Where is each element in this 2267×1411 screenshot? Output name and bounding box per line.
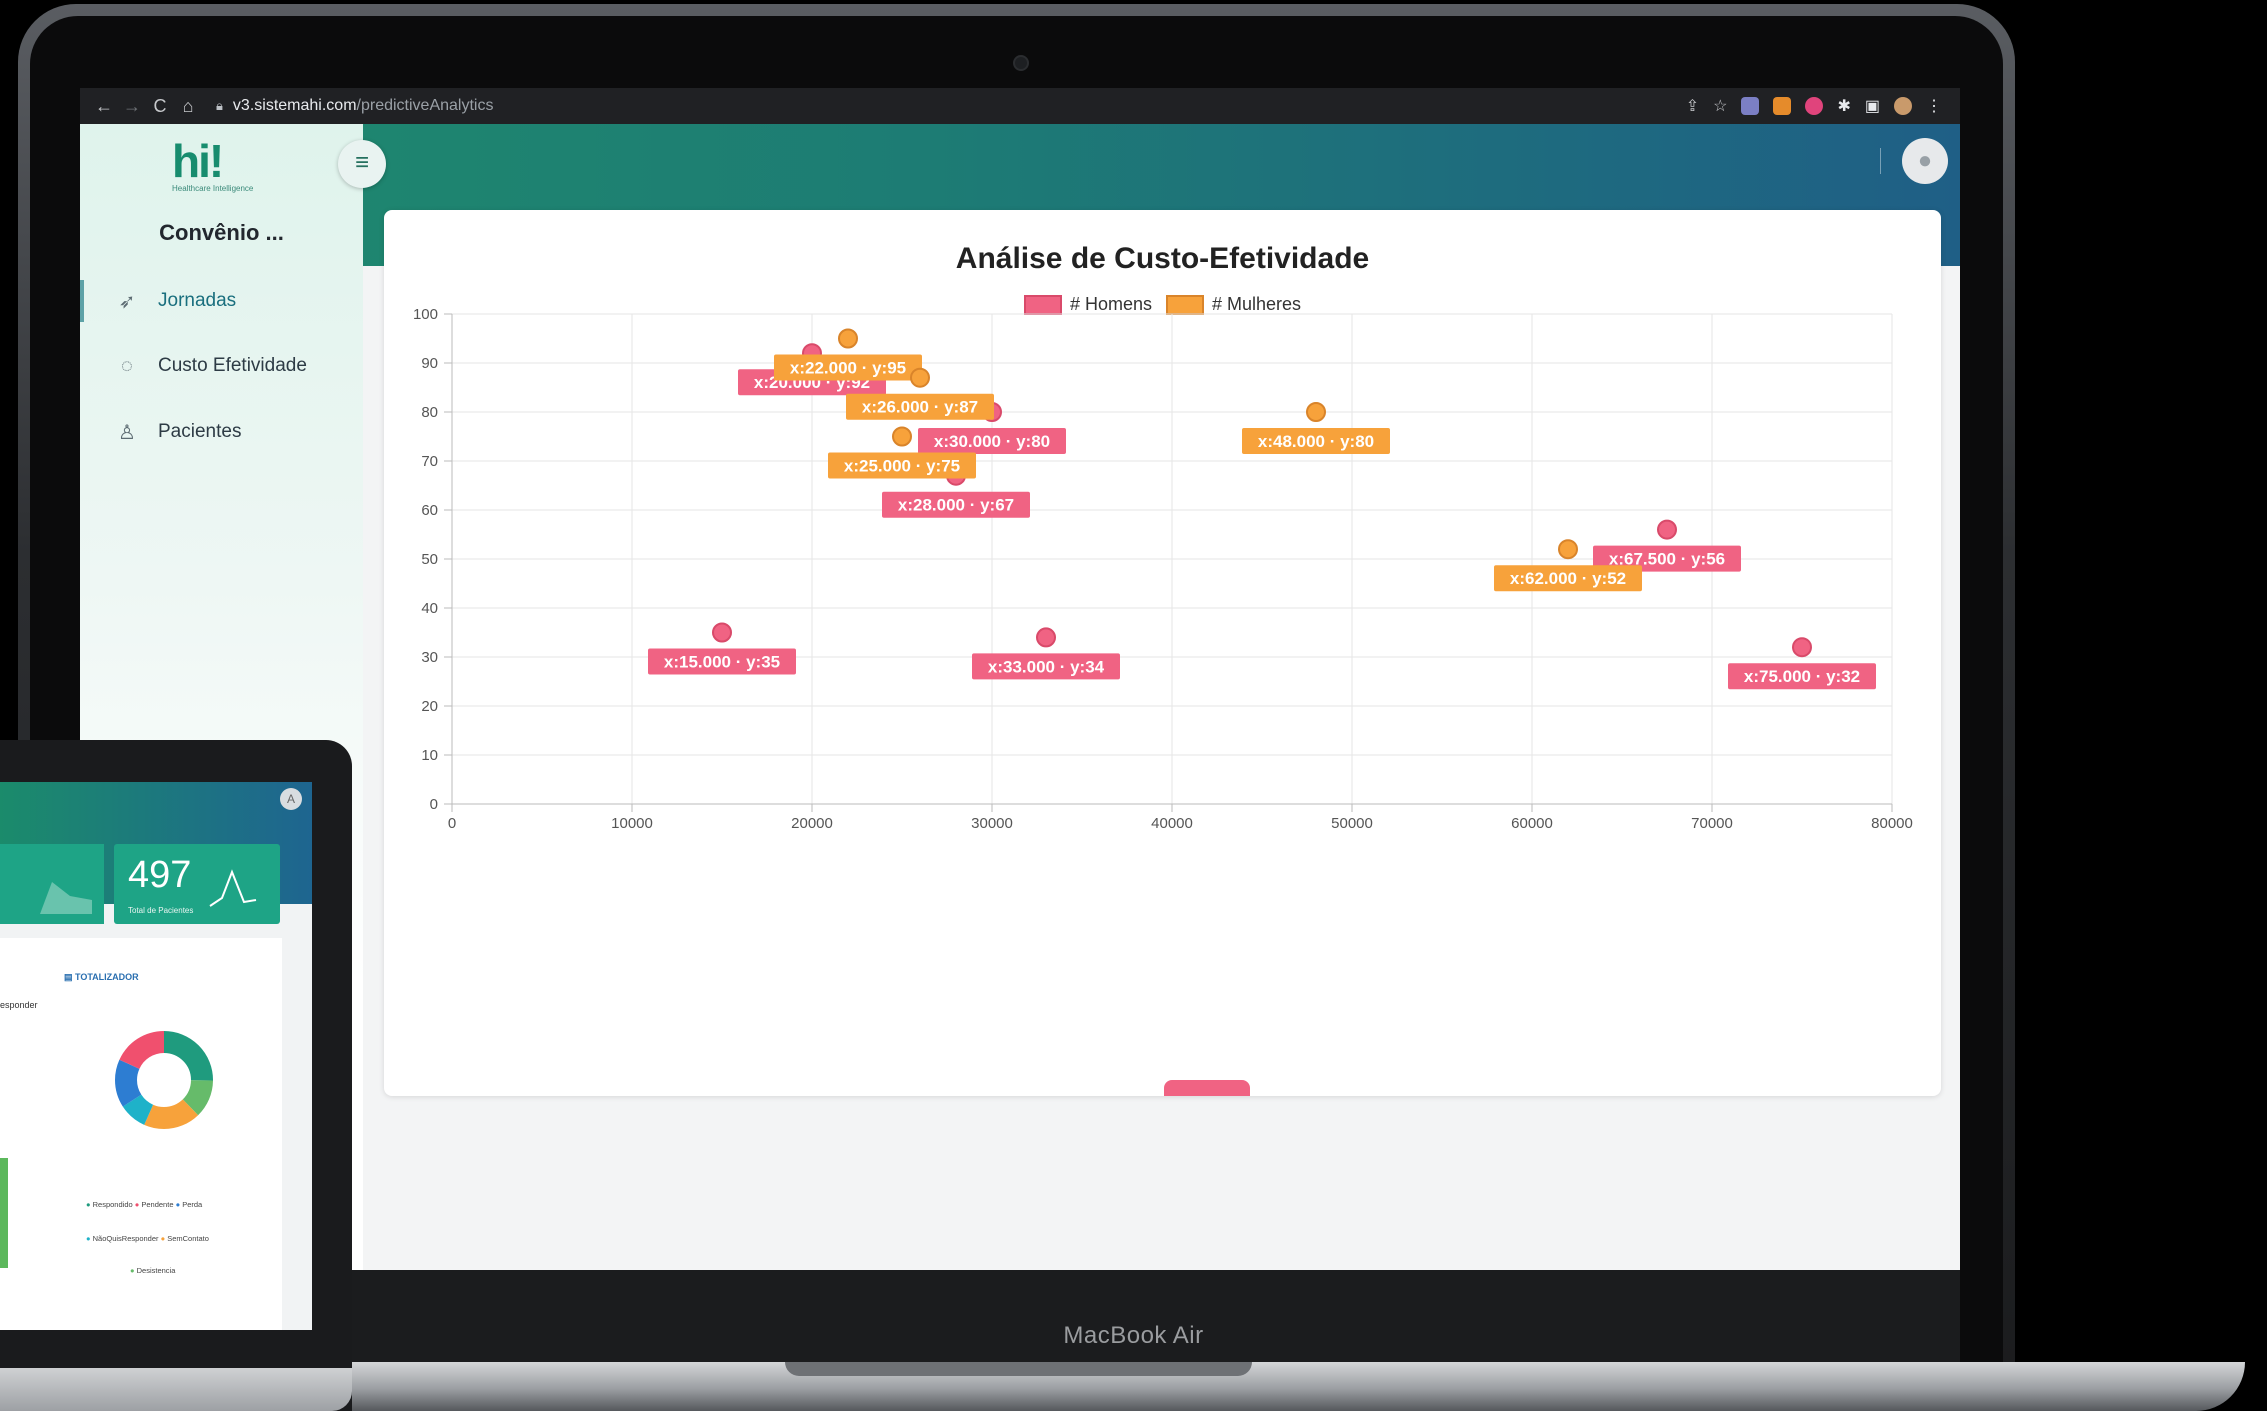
- tablet-avatar-icon[interactable]: A: [280, 788, 302, 810]
- laptop-base-notch: [785, 1362, 1252, 1376]
- data-point-mulheres: [910, 367, 930, 388]
- menu-dots-icon[interactable]: ⋮: [1926, 96, 1942, 116]
- header-divider: [1880, 148, 1881, 174]
- data-label: x:75.000 · y:32: [1744, 667, 1860, 686]
- sidebar-item-pacientes[interactable]: ♙ Pacientes: [80, 407, 363, 457]
- back-icon[interactable]: ←: [90, 96, 118, 117]
- y-tick-label: 90: [421, 355, 438, 372]
- sidebar-item-label: Jornadas: [158, 290, 237, 311]
- tablet-panel: ▤ TOTALIZADOR esponder ● Respondido ● Pe…: [0, 938, 282, 1330]
- lock-icon: 🔒︎: [216, 98, 223, 113]
- url-path: /predictiveAnalytics: [356, 97, 494, 114]
- menu-toggle-button[interactable]: ≡: [338, 140, 386, 188]
- tablet-tile-left: [0, 844, 104, 924]
- data-point-homens: [1792, 637, 1812, 658]
- extensions-area: ⇪ ☆ ✱ ▣ ⋮: [1686, 96, 1960, 116]
- logo-text: hi!: [172, 135, 224, 187]
- y-tick-label: 40: [421, 600, 438, 617]
- sidebar-item-custo-efetividade[interactable]: ◌ Custo Efetividade: [80, 341, 363, 391]
- data-label: x:48.000 · y:80: [1258, 432, 1374, 451]
- logo-subtitle: Healthcare Intelligence: [172, 184, 254, 193]
- extension-gear-icon[interactable]: [1773, 97, 1792, 115]
- data-label: x:26.000 · y:87: [862, 398, 978, 417]
- data-label: x:62.000 · y:52: [1510, 569, 1626, 588]
- data-point-mulheres: [1306, 402, 1326, 422]
- y-tick-label: 80: [421, 404, 438, 421]
- user-icon: ♙: [118, 421, 136, 444]
- share-icon[interactable]: ⇪: [1686, 96, 1699, 116]
- scatter-chart: 0 10 20 30 40 50 60 70 80 90 100 0 10000 20000 30000 40…: [413, 306, 1913, 832]
- tablet-area-chart: [40, 882, 92, 914]
- sparkline-icon: [209, 869, 257, 907]
- data-label: x:25.000 · y:75: [844, 457, 960, 476]
- x-tick-label: 20000: [791, 815, 833, 832]
- data-point-mulheres: [892, 426, 912, 447]
- y-tick-label: 20: [421, 698, 438, 715]
- paper-plane-icon: ➶: [118, 290, 136, 313]
- scroll-indicator: [1164, 1080, 1250, 1096]
- totalizador-label: ▤ TOTALIZADOR: [64, 972, 139, 982]
- y-tick-label: 30: [421, 649, 438, 666]
- responder-label: esponder: [0, 1000, 38, 1010]
- data-label: x:33.000 · y:34: [988, 657, 1105, 676]
- logo: hi! Healthcare Intelligence: [172, 134, 282, 193]
- tablet-device: A 497 Total de Pacientes ▤ TOTALIZADOR e…: [0, 740, 352, 1411]
- tablet-screen: A 497 Total de Pacientes ▤ TOTALIZADOR e…: [0, 782, 312, 1330]
- user-avatar-icon[interactable]: ●: [1902, 138, 1948, 184]
- data-point-homens: [712, 622, 732, 643]
- star-icon[interactable]: ☆: [1713, 96, 1727, 116]
- data-point-homens: [1036, 627, 1056, 648]
- home-icon[interactable]: ⌂: [174, 96, 202, 117]
- browser-toolbar: ← → C ⌂ 🔒︎ v3.sistemahi.com /predictiveA…: [80, 88, 1960, 124]
- y-tick-label: 60: [421, 502, 438, 519]
- url-host: v3.sistemahi.com: [232, 97, 357, 114]
- tablet-legend-row-3: ● Desistencia: [130, 1266, 176, 1275]
- data-point-mulheres: [838, 328, 858, 349]
- laptop-screen: ← → C ⌂ 🔒︎ v3.sistemahi.com /predictiveA…: [80, 88, 1960, 1270]
- camera-icon: [1013, 55, 1029, 71]
- y-tick-label: 70: [421, 453, 438, 470]
- x-tick-label: 50000: [1331, 815, 1373, 832]
- tablet-bar: [0, 1158, 8, 1268]
- chart-card: Análise de Custo-Efetividade # Homens # …: [384, 210, 1941, 1096]
- address-bar[interactable]: 🔒︎ v3.sistemahi.com /predictiveAnalytics: [216, 97, 493, 115]
- tablet-legend-row-2: ● NãoQuisResponder ● SemContato: [86, 1234, 209, 1243]
- puzzle-icon[interactable]: ✱: [1837, 96, 1850, 116]
- x-tick-label: 80000: [1871, 815, 1913, 832]
- data-label: x:30.000 · y:80: [934, 432, 1050, 451]
- data-point-homens: [1657, 519, 1677, 540]
- sidebar-item-label: Pacientes: [158, 421, 242, 442]
- forward-icon[interactable]: →: [118, 96, 146, 117]
- x-tick-label: 70000: [1691, 815, 1733, 832]
- y-tick-label: 10: [421, 747, 438, 764]
- tablet-base: [0, 1368, 352, 1411]
- x-tick-label: 30000: [971, 815, 1013, 832]
- x-tick-label: 10000: [611, 815, 653, 832]
- data-label: x:28.000 · y:67: [898, 496, 1014, 515]
- data-point-mulheres: [1558, 539, 1578, 560]
- y-tick-label: 50: [421, 551, 438, 568]
- reload-icon[interactable]: C: [146, 96, 174, 117]
- x-tick-label: 0: [448, 815, 456, 832]
- y-tick-label: 100: [413, 306, 438, 323]
- org-name: Convênio ...: [159, 220, 284, 245]
- x-tick-label: 60000: [1511, 815, 1553, 832]
- sidebar-item-label: Custo Efetividade: [158, 355, 307, 376]
- extension-m-icon[interactable]: [1741, 97, 1760, 115]
- extension-heart-icon[interactable]: [1805, 97, 1824, 115]
- sidebar-item-jornadas[interactable]: ➶ Jornadas: [80, 276, 363, 326]
- x-tick-label: 40000: [1151, 815, 1193, 832]
- data-label: x:15.000 · y:35: [664, 653, 780, 672]
- profile-avatar-icon[interactable]: [1894, 97, 1912, 115]
- tablet-legend-row-1: ● Respondido ● Pendente ● Perda: [86, 1200, 203, 1209]
- sidepanel-icon[interactable]: ▣: [1865, 96, 1880, 116]
- y-tick-label: 0: [430, 796, 438, 813]
- refresh-icon: ◌: [121, 354, 133, 377]
- data-label: x:22.000 · y:95: [790, 359, 906, 378]
- tablet-donut-chart: [115, 1031, 213, 1129]
- tablet-tile-total-pacientes: 497 Total de Pacientes: [114, 844, 280, 924]
